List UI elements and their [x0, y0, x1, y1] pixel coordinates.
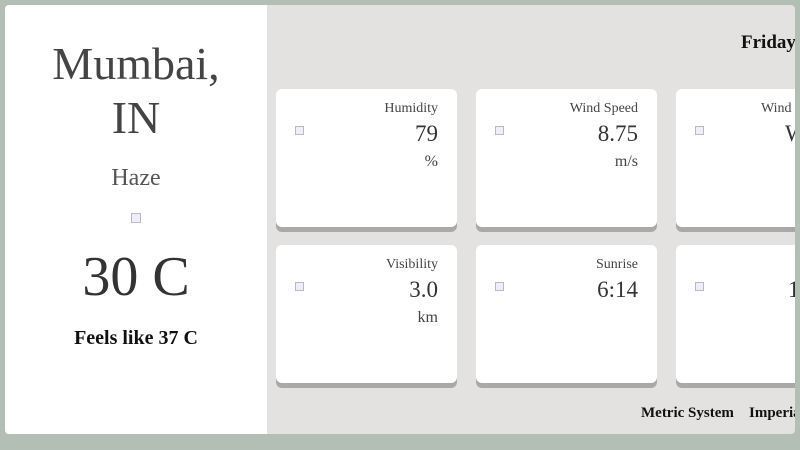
sunrise-icon	[495, 282, 504, 291]
card-value: 3.0	[409, 277, 438, 302]
sunset-icon	[695, 282, 704, 291]
visibility-icon	[295, 282, 304, 291]
humidity-card: Humidity 79 %	[276, 89, 457, 227]
wind-speed-card: Wind Speed 8.75 m/s	[476, 89, 657, 227]
date-display: Friday,	[741, 32, 795, 53]
card-label: Wind D	[761, 101, 795, 116]
sunrise-card: Sunrise 6:14	[476, 245, 657, 383]
city-name: Mumbai,	[52, 38, 220, 89]
imperial-system-button[interactable]: Imperia	[749, 405, 795, 422]
card-label: Wind Speed	[569, 101, 638, 116]
metric-system-button[interactable]: Metric System	[641, 405, 734, 422]
weather-app: Mumbai, IN Haze 30 C Feels like 37 C Fri…	[5, 5, 795, 434]
location-title: Mumbai, IN	[5, 37, 267, 145]
card-value: 1	[788, 277, 795, 302]
wind-direction-icon	[695, 126, 704, 135]
card-unit: km	[417, 309, 438, 326]
weather-icon	[131, 213, 141, 223]
card-unit: m/s	[614, 153, 638, 170]
temperature: 30 C	[82, 246, 190, 308]
card-label: Humidity	[384, 101, 438, 116]
visibility-card: Visibility 3.0 km	[276, 245, 457, 383]
card-value: W	[785, 121, 795, 147]
weather-condition: Haze	[111, 165, 161, 191]
card-unit: %	[424, 153, 438, 170]
card-value: 79	[415, 121, 438, 146]
sunset-card: 1	[676, 245, 795, 383]
card-value: 6:14	[597, 277, 638, 302]
wind-direction-card: Wind D W	[676, 89, 795, 227]
feels-like: Feels like 37 C	[74, 327, 198, 349]
card-label: Sunrise	[596, 257, 638, 272]
country-code: IN	[111, 92, 161, 143]
humidity-icon	[295, 126, 304, 135]
wind-speed-icon	[495, 126, 504, 135]
card-label: Visibility	[385, 257, 438, 272]
card-value: 8.75	[597, 121, 638, 146]
current-weather-panel: Mumbai, IN Haze 30 C Feels like 37 C	[5, 5, 267, 434]
